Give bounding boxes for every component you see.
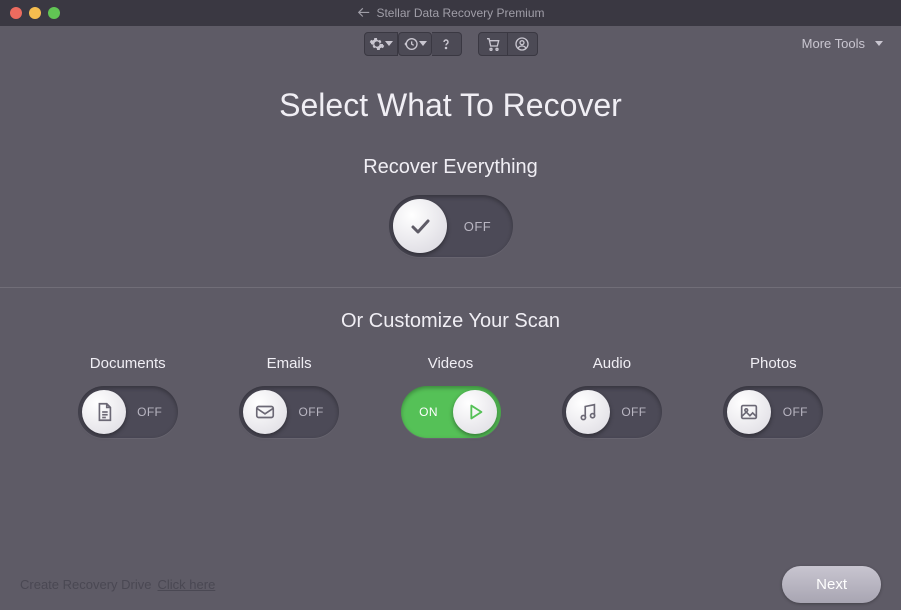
document-icon (93, 401, 115, 423)
content: Select What To Recover Recover Everythin… (0, 62, 901, 438)
toggle-knob (393, 199, 447, 253)
more-tools-label: More Tools (802, 36, 865, 51)
toggle-state-label: OFF (447, 219, 509, 234)
toggle-state-label: OFF (771, 405, 819, 419)
toolbar-center (364, 32, 538, 56)
user-icon (514, 36, 530, 52)
videos-toggle[interactable]: ON (401, 386, 501, 438)
app-title-text: Stellar Data Recovery Premium (376, 6, 544, 20)
toggle-state-label: OFF (287, 405, 335, 419)
category-label: Videos (428, 355, 474, 372)
recover-everything-toggle[interactable]: OFF (389, 195, 513, 257)
history-button[interactable] (398, 32, 432, 56)
titlebar: Stellar Data Recovery Premium (0, 0, 901, 26)
toggle-knob (82, 390, 126, 434)
maximize-window-button[interactable] (48, 7, 60, 19)
documents-toggle[interactable]: OFF (78, 386, 178, 438)
chevron-down-icon (875, 41, 883, 46)
toggle-knob (566, 390, 610, 434)
cart-button[interactable] (478, 32, 508, 56)
category-audio: Audio OFF (536, 355, 687, 438)
back-arrow-icon (356, 6, 370, 20)
play-icon (464, 401, 486, 423)
gear-icon (369, 36, 385, 52)
cart-icon (485, 36, 501, 52)
image-icon (738, 401, 760, 423)
minimize-window-button[interactable] (29, 7, 41, 19)
check-icon (408, 214, 432, 238)
window-title: Stellar Data Recovery Premium (356, 6, 544, 20)
toggle-knob (453, 390, 497, 434)
settings-button[interactable] (364, 32, 398, 56)
chevron-down-icon (419, 41, 427, 46)
toggle-knob (727, 390, 771, 434)
toggle-state-label: OFF (126, 405, 174, 419)
close-window-button[interactable] (10, 7, 22, 19)
category-emails: Emails OFF (213, 355, 364, 438)
toggle-state-label: OFF (610, 405, 658, 419)
chevron-down-icon (385, 41, 393, 46)
envelope-icon (254, 401, 276, 423)
emails-toggle[interactable]: OFF (239, 386, 339, 438)
footer: Create Recovery Drive Click here Next (0, 558, 901, 610)
music-note-icon (577, 401, 599, 423)
photos-toggle[interactable]: OFF (723, 386, 823, 438)
recovery-drive-label: Create Recovery Drive (20, 577, 152, 592)
history-icon (403, 36, 419, 52)
category-row: Documents OFF Emails OFF Videos (40, 355, 861, 438)
toggle-state-label: ON (405, 405, 453, 419)
more-tools-button[interactable]: More Tools (802, 36, 883, 51)
toolbar: More Tools (0, 26, 901, 62)
next-button[interactable]: Next (782, 566, 881, 603)
section-divider (0, 287, 901, 288)
create-recovery-drive: Create Recovery Drive Click here (20, 577, 215, 592)
category-label: Photos (750, 355, 797, 372)
audio-toggle[interactable]: OFF (562, 386, 662, 438)
help-button[interactable] (432, 32, 462, 56)
window-controls (10, 7, 60, 19)
customize-scan-label: Or Customize Your Scan (40, 310, 861, 333)
category-documents: Documents OFF (52, 355, 203, 438)
category-videos: Videos ON (375, 355, 526, 438)
category-label: Documents (90, 355, 166, 372)
category-label: Emails (267, 355, 312, 372)
click-here-link[interactable]: Click here (158, 577, 216, 592)
category-label: Audio (593, 355, 631, 372)
category-photos: Photos OFF (698, 355, 849, 438)
account-button[interactable] (508, 32, 538, 56)
question-icon (438, 36, 454, 52)
recover-everything-label: Recover Everything (40, 156, 861, 179)
page-title: Select What To Recover (40, 87, 861, 124)
toggle-knob (243, 390, 287, 434)
